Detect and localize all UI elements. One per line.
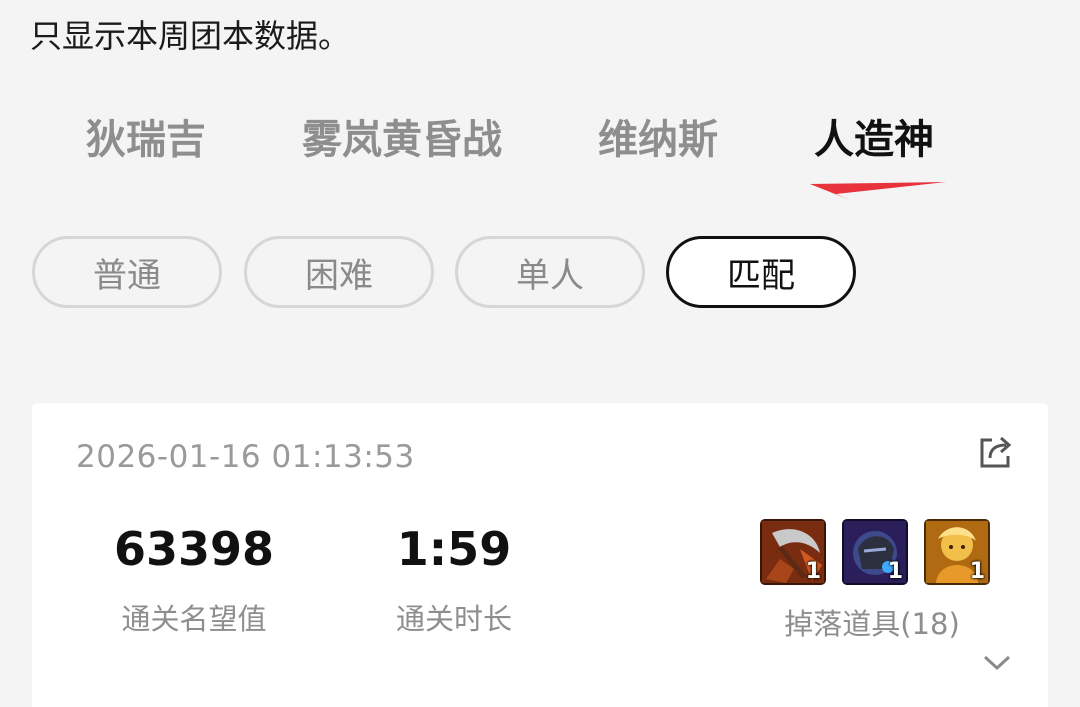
duration-label: 通关时长 [395,602,512,636]
drops-label: 掉落道具(18) [784,607,960,641]
mode-normal-chip[interactable]: 普通 [32,236,222,308]
tab-dirige[interactable]: 狄瑞吉 [86,110,206,170]
drop-count: 1 [887,559,903,584]
scythe-weapon-icon[interactable]: 1 [760,519,826,585]
drop-count: 1 [969,559,985,584]
tab-twilight[interactable]: 雾岚黄昏战 [302,110,502,170]
mode-solo-chip[interactable]: 单人 [455,236,645,308]
duration-stat: 1:59 通关时长 [354,519,554,639]
mode-match-chip[interactable]: 匹配 [666,236,856,308]
clear-timestamp: 2026-01-16 01:13:53 [76,439,415,475]
renown-label: 通关名望值 [121,602,267,636]
active-tab-indicator [810,182,946,200]
clear-record-card: 2026-01-16 01:13:53 63398 通关名望值 1:59 通关时… [32,403,1048,707]
duration-value: 1:59 [396,522,512,576]
mode-hard-chip[interactable]: 困难 [244,236,434,308]
share-icon[interactable] [976,431,1016,471]
tab-artificial-god[interactable]: 人造神 [814,110,934,170]
mode-filter: 普通 困难 单人 匹配 [0,236,1080,308]
drop-count: 1 [805,559,821,584]
tab-venus[interactable]: 维纳斯 [598,110,718,170]
drop-items: 1 1 1 [760,519,990,585]
notice-text: 只显示本周团本数据。 [30,17,351,55]
dark-armor-icon[interactable]: 1 [842,519,908,585]
golden-character-icon[interactable]: 1 [924,519,990,585]
renown-value: 63398 [113,522,275,576]
chevron-down-icon[interactable] [982,653,1012,673]
renown-stat: 63398 通关名望值 [94,519,294,639]
